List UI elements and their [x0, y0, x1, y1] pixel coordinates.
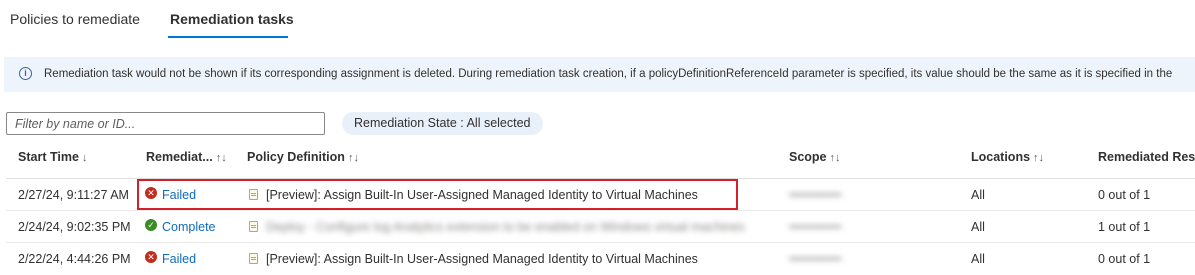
remediated-cell: 0 out of 1: [1098, 188, 1151, 202]
remediation-state-filter-value: All selected: [466, 116, 531, 130]
info-banner-text: Remediation task would not be shown if i…: [44, 68, 1173, 80]
error-x-icon: ✕: [145, 187, 157, 199]
policy-definition-icon: [249, 221, 258, 232]
tab-policies-to-remediate[interactable]: Policies to remediate: [10, 11, 140, 27]
scope-cell: ••••••••••••: [789, 252, 842, 266]
remediated-cell: 1 out of 1: [1098, 220, 1151, 234]
location-cell: All: [971, 252, 985, 266]
info-banner: i Remediation task would not be shown if…: [4, 57, 1195, 92]
checkmark-icon: ✓: [145, 219, 157, 231]
status-link[interactable]: Failed: [162, 252, 196, 266]
status-link[interactable]: Failed: [162, 188, 196, 202]
tab-remediation-tasks[interactable]: Remediation tasks: [170, 11, 294, 27]
remediated-cell: 0 out of 1: [1098, 252, 1151, 266]
remediation-state-filter[interactable]: Remediation State : All selected: [342, 112, 543, 135]
location-cell: All: [971, 188, 985, 202]
column-header-remediation-state[interactable]: Remediat... ↑↓: [146, 150, 227, 164]
column-header-policy-definition[interactable]: Policy Definition ↑↓: [247, 150, 359, 164]
active-tab-indicator: [168, 36, 288, 38]
policy-definition-link[interactable]: [Preview]: Assign Built-In User-Assigned…: [266, 252, 698, 266]
sort-icon: ↑↓: [215, 152, 227, 164]
column-header-locations[interactable]: Locations ↑↓: [971, 150, 1044, 164]
policy-definition-icon: [249, 189, 258, 200]
column-header-start-time[interactable]: Start Time ↓: [18, 150, 87, 164]
sort-down-icon: ↓: [81, 152, 88, 164]
scope-cell: ••••••••••••: [789, 220, 842, 234]
start-time-cell: 2/22/24, 4:44:26 PM: [18, 252, 131, 266]
tab-bar: Policies to remediate Remediation tasks: [0, 0, 1195, 44]
sort-icon: ↑↓: [347, 152, 359, 164]
info-icon: i: [19, 67, 32, 80]
start-time-cell: 2/27/24, 9:11:27 AM: [18, 188, 129, 202]
table-row[interactable]: 2/27/24, 9:11:27 AM ✕ Failed [Preview]: …: [0, 179, 1195, 211]
sort-icon: ↑↓: [1033, 152, 1045, 164]
column-header-remediated-resources[interactable]: Remediated Reso: [1098, 150, 1195, 164]
filter-input[interactable]: [6, 112, 325, 135]
table-row[interactable]: 2/22/24, 4:44:26 PM ✕ Failed [Preview]: …: [0, 243, 1195, 275]
policy-definition-icon: [249, 253, 258, 264]
policy-definition-link[interactable]: [Preview]: Assign Built-In User-Assigned…: [266, 188, 698, 202]
table-row[interactable]: 2/24/24, 9:02:35 PM ✓ Complete Deploy - …: [0, 211, 1195, 243]
scope-cell: ••••••••••••: [789, 188, 842, 202]
status-link[interactable]: Complete: [162, 220, 216, 234]
column-header-scope[interactable]: Scope ↑↓: [789, 150, 841, 164]
location-cell: All: [971, 220, 985, 234]
remediation-state-filter-label: Remediation State :: [354, 116, 467, 130]
sort-icon: ↑↓: [829, 152, 841, 164]
policy-definition-link[interactable]: Deploy - Configure log Analytics extensi…: [266, 220, 745, 234]
start-time-cell: 2/24/24, 9:02:35 PM: [18, 220, 131, 234]
error-x-icon: ✕: [145, 251, 157, 263]
